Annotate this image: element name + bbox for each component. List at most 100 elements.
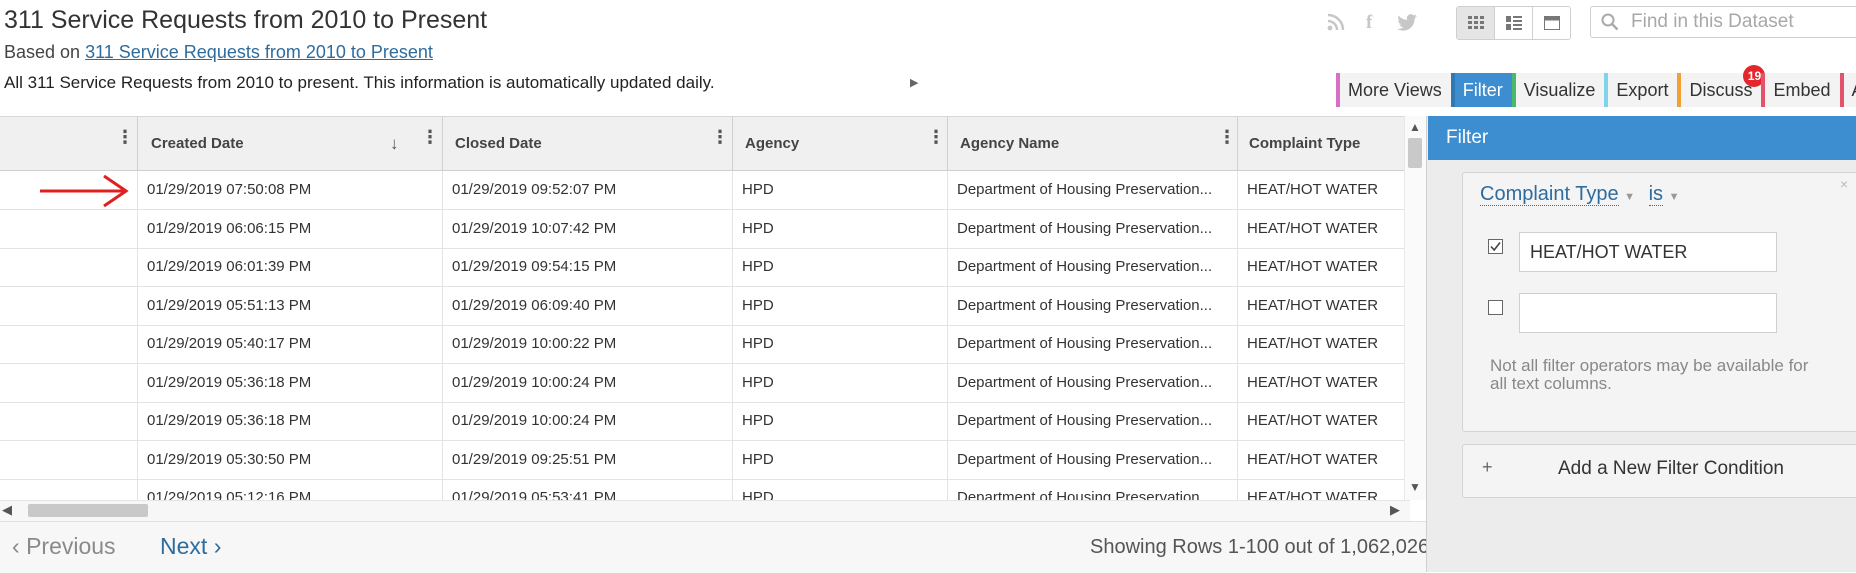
facebook-icon[interactable]: f bbox=[1366, 12, 1372, 34]
filter-operator-selector[interactable]: is bbox=[1648, 183, 1664, 206]
cell-created-date: 01/29/2019 05:36:18 PM bbox=[138, 364, 443, 402]
column-label: Agency Name bbox=[960, 135, 1060, 152]
table-row[interactable]: 01/29/2019 05:30:50 PM 01/29/2019 09:25:… bbox=[0, 441, 1410, 480]
next-page-button[interactable]: Next › bbox=[160, 533, 221, 560]
cell-complaint-type: HEAT/HOT WATER bbox=[1238, 287, 1410, 325]
column-header-agency[interactable]: Agency ⋮ bbox=[733, 117, 948, 171]
export-button[interactable]: Export bbox=[1604, 73, 1678, 107]
page-view-button[interactable] bbox=[1533, 7, 1570, 39]
column-label: Created Date bbox=[151, 135, 244, 152]
filter-value-checkbox[interactable] bbox=[1488, 239, 1503, 254]
column-header-closed-date[interactable]: Closed Date ⋮ bbox=[443, 117, 733, 171]
cell-complaint-type: HEAT/HOT WATER bbox=[1238, 402, 1410, 440]
column-menu-icon[interactable]: ⋮ bbox=[421, 128, 439, 146]
cell-created-date: 01/29/2019 06:01:39 PM bbox=[138, 248, 443, 286]
cell-created-date: 01/29/2019 06:06:15 PM bbox=[138, 210, 443, 248]
column-menu-icon[interactable]: ⋮ bbox=[116, 128, 134, 146]
table-row[interactable]: 01/29/2019 05:36:18 PM 01/29/2019 10:00:… bbox=[0, 364, 1410, 403]
cell-agency: HPD bbox=[733, 364, 948, 402]
table-row[interactable]: 01/29/2019 07:50:08 PM 01/29/2019 09:52:… bbox=[0, 171, 1410, 210]
based-on-prefix: Based on bbox=[4, 42, 81, 62]
remove-condition-icon[interactable]: × bbox=[1840, 176, 1848, 192]
filter-column-selector[interactable]: Complaint Type bbox=[1480, 183, 1619, 206]
cell-closed-date: 01/29/2019 09:54:15 PM bbox=[443, 248, 733, 286]
chevron-right-icon: › bbox=[213, 533, 222, 559]
column-header-complaint-type[interactable]: Complaint Type bbox=[1238, 117, 1410, 171]
row-handle bbox=[0, 210, 138, 248]
dataset-toolbar: More Views Filter Visualize Export Discu… bbox=[1336, 65, 1856, 107]
grid-view-button[interactable] bbox=[1457, 7, 1495, 39]
based-on-link[interactable]: 311 Service Requests from 2010 to Presen… bbox=[85, 42, 433, 62]
horizontal-scroll-thumb[interactable] bbox=[28, 504, 148, 517]
previous-page-button[interactable]: ‹ Previous bbox=[12, 533, 116, 560]
filter-button[interactable]: Filter bbox=[1450, 73, 1512, 107]
column-menu-icon[interactable]: ⋮ bbox=[927, 128, 945, 146]
about-button[interactable]: A bbox=[1839, 73, 1856, 107]
column-header-created-date[interactable]: Created Date ↓ ⋮ bbox=[138, 117, 443, 171]
cell-created-date: 01/29/2019 05:51:13 PM bbox=[138, 287, 443, 325]
scroll-up-icon[interactable]: ▲ bbox=[1409, 120, 1421, 134]
scroll-left-icon[interactable]: ◀ bbox=[2, 502, 12, 518]
filter-value-input[interactable] bbox=[1519, 232, 1777, 272]
row-view-button[interactable] bbox=[1495, 7, 1533, 39]
table-row[interactable]: 01/29/2019 05:51:13 PM 01/29/2019 06:09:… bbox=[0, 287, 1410, 326]
cell-closed-date: 01/29/2019 06:09:40 PM bbox=[443, 287, 733, 325]
filter-pane-title: Filter bbox=[1428, 116, 1856, 160]
discuss-button[interactable]: Discuss 19 bbox=[1677, 65, 1766, 107]
table-row[interactable]: 01/29/2019 05:36:18 PM 01/29/2019 10:00:… bbox=[0, 402, 1410, 441]
cell-complaint-type: HEAT/HOT WATER bbox=[1238, 171, 1410, 209]
twitter-icon[interactable] bbox=[1396, 12, 1418, 38]
row-count-status: Showing Rows 1-100 out of 1,062,026 bbox=[1090, 536, 1430, 558]
cell-agency-name: Department of Housing Preservation... bbox=[948, 287, 1238, 325]
cell-complaint-type: HEAT/HOT WATER bbox=[1238, 325, 1410, 363]
column-menu-icon[interactable]: ⋮ bbox=[1218, 128, 1236, 146]
cell-complaint-type: HEAT/HOT WATER bbox=[1238, 364, 1410, 402]
scroll-right-icon[interactable]: ▶ bbox=[1390, 502, 1400, 518]
row-handle bbox=[0, 364, 138, 402]
cell-closed-date: 01/29/2019 10:00:24 PM bbox=[443, 402, 733, 440]
vertical-scrollbar[interactable] bbox=[1404, 116, 1427, 500]
vertical-scroll-thumb[interactable] bbox=[1408, 138, 1422, 168]
cell-agency: HPD bbox=[733, 210, 948, 248]
rss-icon[interactable] bbox=[1326, 12, 1346, 38]
visualize-button[interactable]: Visualize bbox=[1511, 73, 1605, 107]
horizontal-scrollbar[interactable] bbox=[0, 500, 1410, 521]
cell-created-date: 01/29/2019 05:30:50 PM bbox=[138, 441, 443, 479]
data-grid: ⋮ Created Date ↓ ⋮ Closed Date ⋮ Agency … bbox=[0, 116, 1410, 501]
cell-agency: HPD bbox=[733, 248, 948, 286]
cell-agency-name: Department of Housing Preservation... bbox=[948, 210, 1238, 248]
cell-agency-name: Department of Housing Preservation... bbox=[948, 248, 1238, 286]
row-handle bbox=[0, 402, 138, 440]
view-layout-switcher bbox=[1456, 6, 1571, 40]
discuss-label: Discuss bbox=[1689, 79, 1753, 100]
cell-agency: HPD bbox=[733, 325, 948, 363]
table-row[interactable]: 01/29/2019 05:40:17 PM 01/29/2019 10:00:… bbox=[0, 325, 1410, 364]
column-menu-icon[interactable]: ⋮ bbox=[711, 128, 729, 146]
column-header-row-actions: ⋮ bbox=[0, 117, 138, 171]
cell-agency: HPD bbox=[733, 441, 948, 479]
table-row[interactable]: 01/29/2019 05:12:16 PM 01/29/2019 05:53:… bbox=[0, 479, 1410, 501]
table-row[interactable]: 01/29/2019 06:06:15 PM 01/29/2019 10:07:… bbox=[0, 210, 1410, 249]
cell-complaint-type: HEAT/HOT WATER bbox=[1238, 210, 1410, 248]
embed-button[interactable]: Embed bbox=[1761, 73, 1840, 107]
cell-complaint-type: HEAT/HOT WATER bbox=[1238, 248, 1410, 286]
row-handle bbox=[0, 287, 138, 325]
cell-closed-date: 01/29/2019 10:07:42 PM bbox=[443, 210, 733, 248]
based-on-line: Based on 311 Service Requests from 2010 … bbox=[4, 42, 433, 63]
expand-description-icon[interactable]: ▶ bbox=[910, 76, 918, 89]
filter-condition-header: Complaint Type ▼ is ▼ bbox=[1480, 183, 1680, 206]
column-header-agency-name[interactable]: Agency Name ⋮ bbox=[948, 117, 1238, 171]
chevron-down-icon: ▼ bbox=[1624, 191, 1636, 203]
filter-value-input[interactable] bbox=[1519, 293, 1777, 333]
table-row[interactable]: 01/29/2019 06:01:39 PM 01/29/2019 09:54:… bbox=[0, 248, 1410, 287]
scroll-down-icon[interactable]: ▼ bbox=[1409, 480, 1421, 494]
cell-created-date: 01/29/2019 05:40:17 PM bbox=[138, 325, 443, 363]
page-title: 311 Service Requests from 2010 to Presen… bbox=[4, 6, 488, 34]
filter-value-checkbox[interactable] bbox=[1488, 300, 1503, 315]
more-views-button[interactable]: More Views bbox=[1336, 73, 1451, 107]
page-view-icon bbox=[1543, 16, 1560, 30]
sort-descending-icon[interactable]: ↓ bbox=[390, 134, 399, 154]
filter-operator-note: Not all filter operators may be availabl… bbox=[1490, 356, 1809, 393]
search-input[interactable] bbox=[1629, 10, 1833, 34]
cell-agency-name: Department of Housing Preservation... bbox=[948, 402, 1238, 440]
